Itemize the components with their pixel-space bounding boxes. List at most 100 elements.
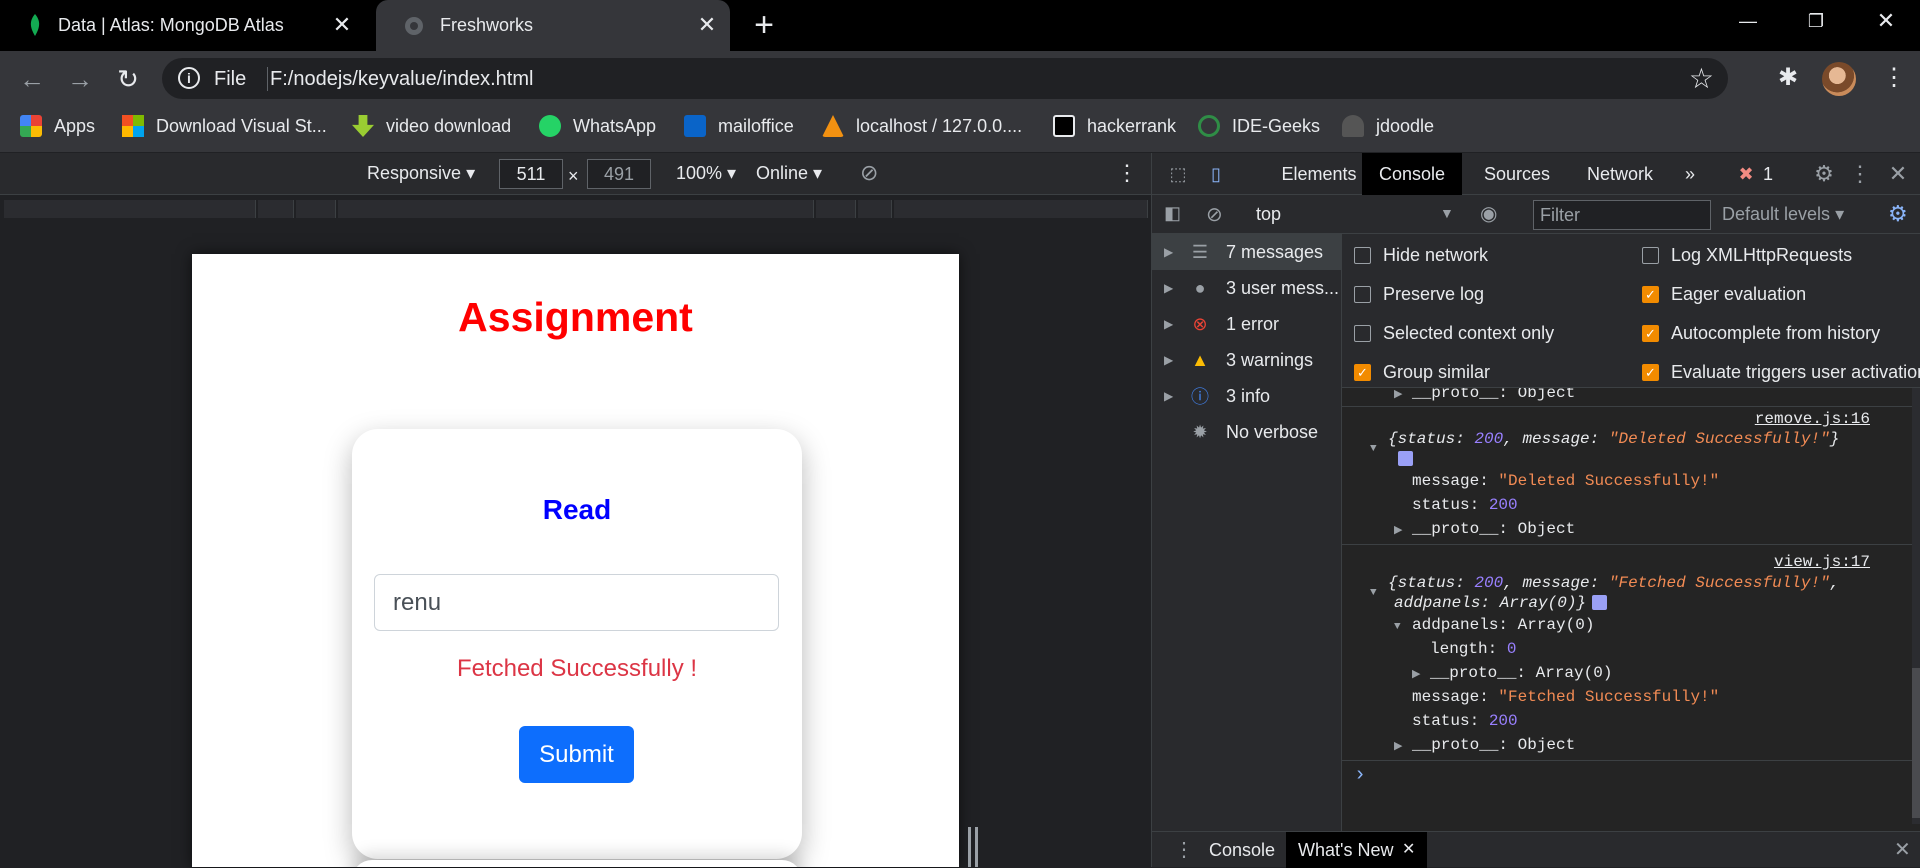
bookmark-mailoffice[interactable]: mailoffice (684, 115, 794, 137)
eager-evaluation-checkbox[interactable]: ✓ Eager evaluation (1642, 284, 1806, 305)
autocomplete-history-checkbox[interactable]: ✓ Autocomplete from history (1642, 323, 1880, 344)
media-query-segment[interactable] (894, 200, 1148, 218)
settings-gear-icon[interactable]: ⚙ (1810, 153, 1838, 195)
tab-mongodb-atlas[interactable]: Data | Atlas: MongoDB Atlas ✕ (0, 0, 365, 51)
url-text[interactable]: F:/nodejs/keyvalue/index.html (270, 68, 533, 91)
close-devtools-icon[interactable]: ✕ (1884, 153, 1912, 195)
rotate-icon[interactable]: ⊘ (860, 160, 878, 186)
sidebar-item-errors[interactable]: ▶ ⊗ 1 error (1152, 306, 1342, 342)
submit-button[interactable]: Submit (519, 726, 634, 783)
sidebar-toggle-icon[interactable]: ◧ (1164, 203, 1181, 224)
close-drawer-icon[interactable]: ✕ (1882, 832, 1920, 868)
console-log-summary[interactable]: ▼ {status: 200, message: "Deleted Success… (1370, 430, 1839, 455)
console-text: addpanels: Array(0)} (1394, 594, 1587, 612)
bookmark-whatsapp[interactable]: WhatsApp (539, 115, 656, 137)
bookmark-apps[interactable]: Apps (20, 115, 95, 137)
console-line[interactable]: ▶ __proto__: Object (1394, 388, 1575, 402)
devtools-menu-icon[interactable]: ⋮ (1846, 153, 1874, 195)
bookmark-hackerrank[interactable]: hackerrank (1053, 115, 1176, 137)
hide-network-checkbox[interactable]: Hide network (1354, 245, 1488, 266)
width-input[interactable]: 511 (499, 159, 563, 189)
height-input[interactable]: 491 (587, 159, 651, 189)
new-tab-button[interactable]: + (750, 8, 778, 42)
tab-sources[interactable]: Sources (1467, 153, 1567, 195)
media-query-segment[interactable] (4, 200, 256, 218)
log-xhr-checkbox[interactable]: Log XMLHttpRequests (1642, 245, 1852, 266)
bookmark-video-download[interactable]: video download (352, 115, 511, 137)
forward-arrow-icon[interactable]: → (62, 61, 98, 97)
filter-input[interactable]: Filter (1533, 200, 1711, 230)
console-prompt[interactable]: › (1354, 764, 1366, 787)
reload-icon[interactable]: ↻ (110, 61, 146, 97)
evaluate-triggers-checkbox[interactable]: ✓ Evaluate triggers user activation (1642, 362, 1920, 383)
console-line[interactable]: ▶ __proto__: Array(0) (1412, 664, 1612, 682)
console-string: "Fetched Successfully!" (1608, 574, 1830, 592)
bookmark-jdoodle[interactable]: jdoodle (1342, 115, 1434, 137)
bookmark-download-visual-studio[interactable]: Download Visual St... (122, 115, 327, 137)
bookmark-star-icon[interactable]: ☆ (1689, 62, 1714, 95)
resize-handle[interactable] (968, 827, 978, 867)
restore-icon[interactable]: ❐ (1782, 0, 1850, 42)
close-tab-icon[interactable]: ✕ (694, 12, 720, 38)
tab-console[interactable]: Console (1362, 153, 1462, 195)
bookmark-localhost[interactable]: localhost / 127.0.0.... (822, 115, 1022, 137)
media-query-segment[interactable] (338, 200, 814, 218)
checkbox-box (1354, 247, 1371, 264)
scrollbar-thumb[interactable] (1912, 668, 1920, 818)
sidebar-item-info[interactable]: ▶ ⓘ 3 info (1152, 378, 1342, 414)
sidebar-item-warnings[interactable]: ▶ ▲ 3 warnings (1152, 342, 1342, 378)
sidebar-item-user-messages[interactable]: ▶ ● 3 user mess... (1152, 270, 1342, 306)
back-arrow-icon[interactable]: ← (14, 61, 50, 97)
menu-kebab-icon[interactable]: ⋮ (1882, 63, 1906, 92)
console-line[interactable]: ▼ addpanels: Array(0) (1394, 616, 1594, 634)
log-levels-select[interactable]: Default levels ▾ (1722, 204, 1844, 225)
selected-context-checkbox[interactable]: Selected context only (1354, 323, 1554, 344)
media-query-segment[interactable] (258, 200, 294, 218)
expand-arrow-icon: ▶ (1394, 525, 1403, 537)
source-link-remove-js[interactable]: remove.js:16 (1755, 410, 1870, 428)
tab-network[interactable]: Network (1570, 153, 1670, 195)
sidebar-item-verbose[interactable]: ✹ No verbose (1152, 414, 1342, 450)
media-query-segment[interactable] (296, 200, 336, 218)
live-expression-eye-icon[interactable]: ◉ (1480, 201, 1497, 226)
more-tabs-button[interactable]: » (1670, 153, 1710, 195)
console-line[interactable]: ▶ __proto__: Object (1394, 520, 1575, 538)
media-query-segment[interactable] (816, 200, 856, 218)
drawer-tab-console[interactable]: Console (1197, 832, 1287, 868)
console-scrollbar[interactable] (1912, 388, 1920, 824)
key-input[interactable]: renu (374, 574, 779, 631)
context-dropdown-icon[interactable]: ▼ (1440, 205, 1454, 221)
zoom-select[interactable]: 100% ▾ (676, 163, 736, 184)
device-mode-select[interactable]: Responsive ▾ (367, 163, 475, 184)
sidebar-item-messages[interactable]: ▶ ☰ 7 messages (1152, 234, 1342, 270)
media-query-segment[interactable] (858, 200, 892, 218)
extensions-puzzle-icon[interactable]: ✱ (1778, 63, 1798, 92)
minimize-icon[interactable]: — (1714, 0, 1782, 42)
source-link-view-js[interactable]: view.js:17 (1774, 553, 1870, 571)
collapse-arrow-icon: ▼ (1394, 621, 1401, 633)
close-tab-icon[interactable]: ✕ (329, 12, 355, 38)
console-settings-gear-icon[interactable]: ⚙ (1888, 201, 1908, 227)
page-viewport: Assignment Read renu Fetched Successfull… (192, 254, 959, 867)
bookmark-ide-geeks[interactable]: IDE-Geeks (1198, 115, 1320, 137)
tab-freshworks[interactable]: Freshworks ✕ (376, 0, 730, 51)
clear-console-icon[interactable]: ⊘ (1206, 202, 1223, 227)
device-menu-kebab-icon[interactable]: ⋮ (1116, 160, 1138, 186)
avatar[interactable] (1822, 62, 1856, 96)
device-toggle-icon[interactable]: ▯ (1202, 153, 1230, 195)
error-count[interactable]: 1 (1758, 153, 1778, 195)
preserve-log-checkbox[interactable]: Preserve log (1354, 284, 1484, 305)
group-similar-checkbox[interactable]: ✓ Group similar (1354, 362, 1490, 383)
info-icon[interactable]: i (178, 67, 200, 89)
log-levels-label: Default levels (1722, 204, 1831, 224)
address-bar[interactable]: i File F:/nodejs/keyvalue/index.html ☆ (162, 58, 1728, 99)
list-icon: ☰ (1191, 241, 1209, 262)
inspect-element-icon[interactable]: ⬚ (1164, 153, 1192, 195)
throttle-select[interactable]: Online ▾ (756, 163, 822, 184)
close-drawer-tab-icon[interactable]: ✕ (1402, 832, 1415, 868)
console-line[interactable]: ▶ __proto__: Object (1394, 736, 1575, 754)
console-log-summary[interactable]: ▼ {status: 200, message: "Fetched Success… (1370, 574, 1839, 599)
tab-elements[interactable]: Elements (1264, 153, 1374, 195)
close-window-icon[interactable]: ✕ (1852, 0, 1920, 42)
context-select[interactable]: top (1256, 204, 1281, 225)
